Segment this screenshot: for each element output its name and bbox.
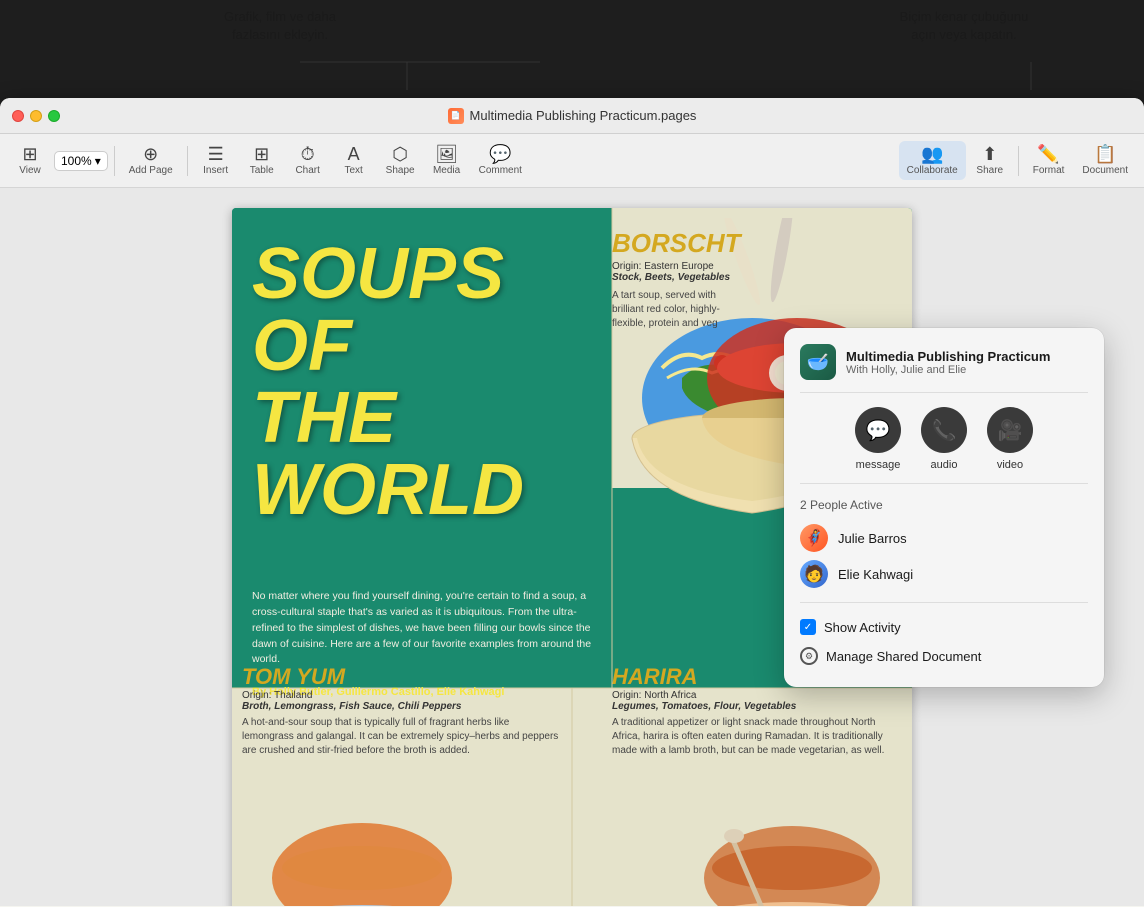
separator-2 bbox=[187, 146, 188, 176]
close-button[interactable] bbox=[12, 110, 24, 122]
video-label: video bbox=[997, 459, 1023, 471]
shape-icon: ⬡ bbox=[392, 145, 408, 163]
share-button[interactable]: ⬆ Share bbox=[968, 141, 1012, 180]
pages-app-icon: 📄 bbox=[448, 108, 464, 124]
message-icon: 💬 bbox=[855, 407, 901, 453]
toolbar: ⊞ View 100% ▾ ⊕ Add Page ☰ Insert ⊞ Tabl… bbox=[0, 134, 1144, 188]
manage-label: Manage Shared Document bbox=[826, 649, 981, 664]
document-button[interactable]: 📋 Document bbox=[1074, 141, 1136, 180]
main-content: SOUPS OF THE WORLD bbox=[0, 188, 1144, 906]
message-label: message bbox=[856, 459, 901, 471]
collab-doc-info: Multimedia Publishing Practicum With Hol… bbox=[846, 349, 1088, 376]
message-button[interactable]: 💬 message bbox=[855, 407, 901, 471]
table-button[interactable]: ⊞ Table bbox=[240, 141, 284, 180]
zoom-control[interactable]: 100% ▾ bbox=[54, 151, 108, 171]
tooltip-area: Grafik, film ve daha fazlasını ekleyin. … bbox=[0, 0, 1144, 100]
chevron-down-icon: ▾ bbox=[95, 154, 101, 168]
show-activity-option[interactable]: ✓ Show Activity bbox=[800, 613, 1088, 641]
collab-person-1: 🦸‍♀️ Julie Barros bbox=[800, 520, 1088, 556]
shape-button[interactable]: ⬡ Shape bbox=[378, 141, 423, 180]
manage-document-option[interactable]: ⚙ Manage Shared Document bbox=[800, 641, 1088, 671]
tooltip-brackets bbox=[0, 0, 1144, 100]
tom-yum-bowl bbox=[252, 798, 472, 906]
insert-icon: ☰ bbox=[208, 145, 224, 163]
comment-button[interactable]: 💬 Comment bbox=[471, 141, 530, 180]
window-title: 📄 Multimedia Publishing Practicum.pages bbox=[448, 108, 697, 124]
traffic-lights bbox=[12, 110, 60, 122]
tooltip-right: Biçim kenar çubuğunu açın veya kapatın. bbox=[864, 8, 1064, 44]
share-icon: ⬆ bbox=[982, 145, 997, 163]
people-count: 2 People Active bbox=[800, 498, 1088, 512]
avatar-elie: 🧑 bbox=[800, 560, 828, 588]
manage-icon: ⚙ bbox=[800, 647, 818, 665]
text-icon: A bbox=[348, 145, 360, 163]
collaborate-icon: 👥 bbox=[921, 145, 943, 163]
document-icon: 📋 bbox=[1094, 145, 1116, 163]
chart-button[interactable]: ⏱ Chart bbox=[286, 141, 330, 180]
media-icon: 🖼 bbox=[435, 145, 458, 163]
chart-icon: ⏱ bbox=[301, 145, 315, 163]
audio-label: audio bbox=[931, 459, 958, 471]
insert-button[interactable]: ☰ Insert bbox=[194, 141, 238, 180]
view-icon: ⊞ bbox=[22, 145, 37, 163]
add-page-icon: ⊕ bbox=[143, 145, 158, 163]
borscht-section: BORSCHT Origin: Eastern Europe Stock, Be… bbox=[612, 228, 902, 331]
collab-doc-title: Multimedia Publishing Practicum bbox=[846, 349, 1088, 364]
collaborate-button[interactable]: 👥 Collaborate bbox=[899, 141, 966, 180]
page-main-title: SOUPS OF THE WORLD bbox=[252, 238, 524, 526]
separator-1 bbox=[114, 146, 115, 176]
comment-icon: 💬 bbox=[489, 145, 511, 163]
collab-header: 🥣 Multimedia Publishing Practicum With H… bbox=[800, 344, 1088, 393]
maximize-button[interactable] bbox=[48, 110, 60, 122]
view-button[interactable]: ⊞ View bbox=[8, 141, 52, 180]
audio-icon: 📞 bbox=[921, 407, 967, 453]
titlebar: 📄 Multimedia Publishing Practicum.pages bbox=[0, 98, 1144, 134]
format-icon: ✏️ bbox=[1037, 145, 1059, 163]
page-body-text: No matter where you find yourself dining… bbox=[252, 589, 602, 668]
show-activity-checkbox[interactable]: ✓ bbox=[800, 619, 816, 635]
person-2-name: Elie Kahwagi bbox=[838, 567, 913, 582]
audio-button[interactable]: 📞 audio bbox=[921, 407, 967, 471]
video-button[interactable]: 🎥 video bbox=[987, 407, 1033, 471]
minimize-button[interactable] bbox=[30, 110, 42, 122]
text-button[interactable]: A Text bbox=[332, 141, 376, 180]
media-button[interactable]: 🖼 Media bbox=[425, 141, 469, 180]
app-window: 📄 Multimedia Publishing Practicum.pages … bbox=[0, 98, 1144, 907]
show-activity-label: Show Activity bbox=[824, 620, 901, 635]
format-button[interactable]: ✏️ Format bbox=[1025, 141, 1073, 180]
collab-actions: 💬 message 📞 audio 🎥 video bbox=[800, 407, 1088, 484]
person-1-name: Julie Barros bbox=[838, 531, 907, 546]
collaborate-popup: 🥣 Multimedia Publishing Practicum With H… bbox=[784, 328, 1104, 687]
avatar-julie: 🦸‍♀️ bbox=[800, 524, 828, 552]
page-canvas[interactable]: SOUPS OF THE WORLD bbox=[0, 188, 1144, 906]
tooltip-left: Grafik, film ve daha fazlasını ekleyin. bbox=[180, 8, 380, 44]
collab-doc-icon: 🥣 bbox=[800, 344, 836, 380]
harira-bowl bbox=[682, 798, 902, 906]
table-icon: ⊞ bbox=[254, 145, 269, 163]
collab-doc-subtitle: With Holly, Julie and Elie bbox=[846, 364, 1088, 376]
add-page-button[interactable]: ⊕ Add Page bbox=[121, 141, 181, 180]
collab-person-2: 🧑 Elie Kahwagi bbox=[800, 556, 1088, 592]
video-icon: 🎥 bbox=[987, 407, 1033, 453]
collab-divider bbox=[800, 602, 1088, 603]
tom-yum-section: TOM YUM Origin: Thailand Broth, Lemongra… bbox=[242, 664, 562, 758]
separator-3 bbox=[1018, 146, 1019, 176]
